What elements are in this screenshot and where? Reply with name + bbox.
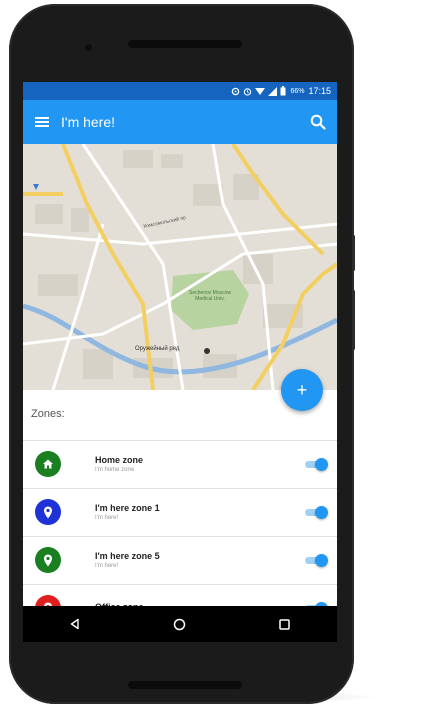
zone-avatar bbox=[35, 451, 61, 477]
home-icon bbox=[43, 459, 53, 469]
zones-header: Zones: bbox=[31, 408, 65, 420]
menu-icon bbox=[35, 117, 49, 127]
menu-button[interactable] bbox=[23, 100, 61, 144]
front-camera bbox=[85, 44, 92, 51]
zone-subtitle: I'm here! bbox=[95, 515, 119, 521]
recents-icon bbox=[279, 618, 290, 630]
map-canvas bbox=[23, 144, 337, 390]
system-nav-bar bbox=[23, 606, 337, 642]
location-pin-icon bbox=[44, 506, 52, 518]
alarm-icon bbox=[244, 87, 252, 96]
zone-name: I'm here zone 1 bbox=[95, 503, 160, 513]
search-icon bbox=[310, 114, 326, 130]
app-title: I'm here! bbox=[61, 114, 116, 130]
zone-avatar bbox=[35, 547, 61, 573]
sync-icon bbox=[232, 87, 240, 95]
home-button[interactable] bbox=[160, 606, 200, 642]
zone-text: I'm here zone 5 I'm here! bbox=[95, 551, 160, 569]
zone-avatar bbox=[35, 499, 61, 525]
add-icon: + bbox=[296, 379, 308, 400]
top-speaker bbox=[128, 40, 242, 48]
zone-text: Home zone I'm home zone bbox=[95, 455, 143, 473]
cell-signal-icon bbox=[268, 86, 278, 96]
zone-list-item[interactable]: I'm here zone 5 I'm here! bbox=[23, 536, 337, 583]
zone-name: I'm here zone 5 bbox=[95, 551, 160, 561]
add-zone-fab[interactable]: + bbox=[281, 369, 323, 411]
zone-toggle[interactable] bbox=[305, 554, 328, 567]
zone-list-item[interactable]: I'm here zone 1 I'm here! bbox=[23, 488, 337, 535]
wifi-icon bbox=[255, 87, 266, 95]
map-place-label: Оружейный ряд bbox=[135, 346, 180, 352]
zone-text: I'm here zone 1 I'm here! bbox=[95, 503, 160, 521]
clock: 17:15 bbox=[308, 86, 331, 96]
zone-toggle[interactable] bbox=[305, 506, 328, 519]
home-circle-icon bbox=[174, 618, 186, 630]
battery-icon bbox=[280, 86, 286, 96]
phone-screen: 66% 17:15 I'm here! Sechenov Moscow Medi… bbox=[23, 82, 337, 642]
map-view[interactable]: Sechenov Moscow Medical Univ. Оружейный … bbox=[23, 144, 337, 390]
status-bar: 66% 17:15 bbox=[23, 82, 337, 100]
back-button[interactable] bbox=[55, 606, 95, 642]
zone-subtitle: I'm home zone bbox=[95, 467, 135, 473]
volume-button bbox=[352, 235, 355, 271]
zone-name: Home zone bbox=[95, 455, 144, 465]
back-icon bbox=[71, 618, 80, 630]
search-button[interactable] bbox=[299, 100, 337, 144]
battery-percent: 66% bbox=[290, 87, 305, 95]
bottom-speaker bbox=[128, 681, 242, 689]
location-pin-icon bbox=[44, 554, 52, 566]
recents-button[interactable] bbox=[265, 606, 305, 642]
zone-subtitle: I'm here! bbox=[95, 563, 119, 569]
app-bar: I'm here! bbox=[23, 100, 337, 144]
power-button bbox=[352, 290, 355, 350]
zone-list-item[interactable]: Home zone I'm home zone bbox=[23, 440, 337, 487]
map-park-label: Sechenov Moscow Medical Univ. bbox=[189, 290, 231, 302]
zone-toggle[interactable] bbox=[305, 458, 328, 471]
